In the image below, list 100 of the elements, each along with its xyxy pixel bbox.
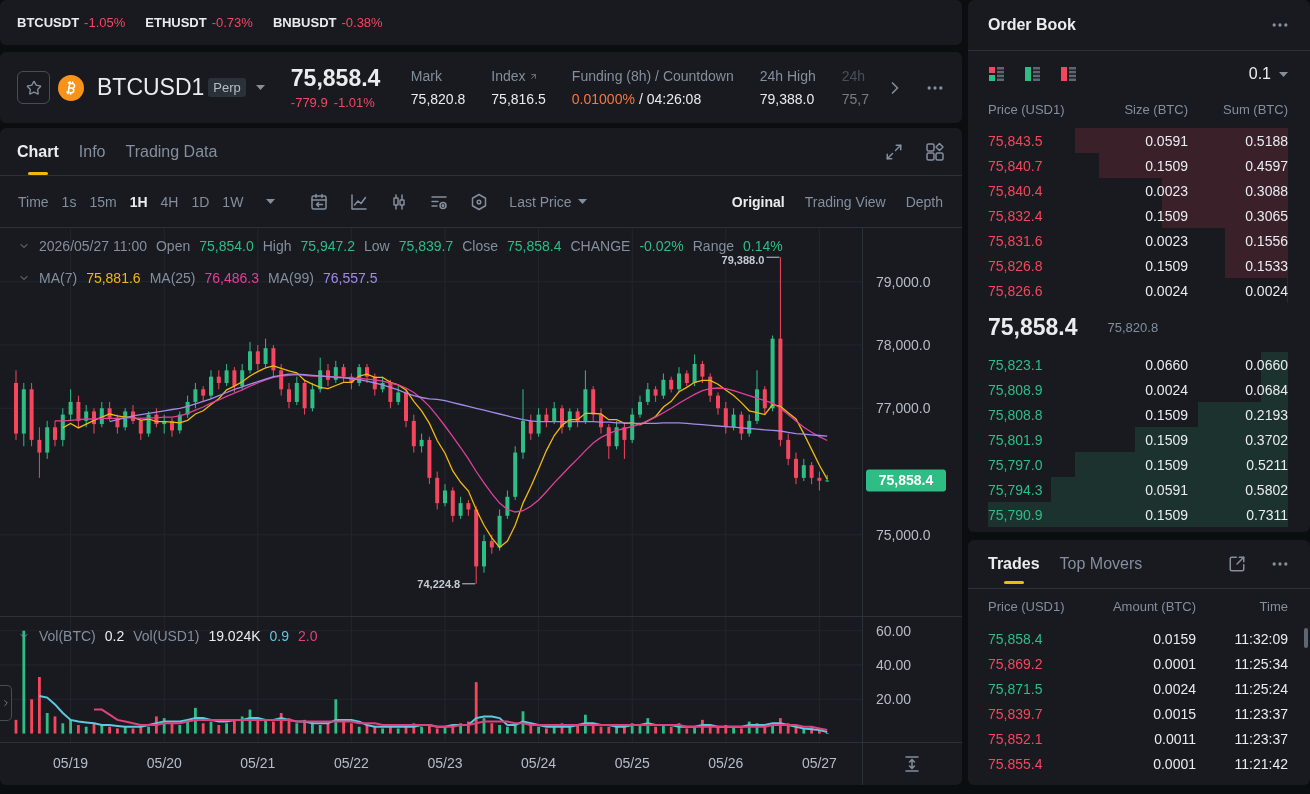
date-label: 05/27 (801, 755, 837, 771)
volume-bar (747, 721, 751, 734)
last-price: 75,858.4 (290, 65, 382, 92)
bid-row[interactable]: 75,790.9 0.1509 0.7311 (988, 502, 1288, 527)
step-dropdown[interactable]: 0.1 (1248, 65, 1288, 83)
ask-row[interactable]: 75,832.4 0.1509 0.3065 (988, 203, 1288, 228)
volume-bar (786, 723, 790, 734)
volume-bar (654, 726, 657, 734)
symbol-name[interactable]: BTCUSD1 (97, 74, 205, 101)
volume-bar (84, 726, 88, 734)
ticker-symbol[interactable]: BTCUSDT (17, 15, 80, 30)
bid-row[interactable]: 75,797.0 0.1509 0.5211 (988, 452, 1288, 477)
bid-row[interactable]: 75,808.8 0.1509 0.2193 (988, 402, 1288, 427)
hexagon-icon[interactable] (470, 192, 489, 211)
trade-price: 75,858.4 (988, 630, 1044, 647)
star-icon[interactable] (25, 79, 42, 96)
calendar-icon[interactable] (310, 192, 329, 211)
candle (521, 388, 525, 460)
candle (638, 395, 642, 419)
interval-button[interactable]: 1H (129, 193, 148, 210)
view-button[interactable]: Depth (905, 193, 943, 210)
date-label: 05/26 (708, 755, 744, 771)
candle (271, 344, 276, 378)
ask-row[interactable]: 75,840.4 0.0023 0.3088 (988, 178, 1288, 203)
interval-button[interactable]: 4H (160, 193, 179, 210)
volume-bar (186, 719, 189, 734)
tab[interactable]: Info (78, 128, 106, 175)
interval-button[interactable]: 1s (61, 193, 77, 210)
volume-bar (716, 726, 720, 734)
layout-bids-icon[interactable] (1025, 67, 1040, 81)
volume-bar (802, 728, 806, 734)
volume-bar (373, 726, 377, 734)
candle (53, 420, 57, 447)
candle (466, 499, 471, 517)
last-price-tag: 75,858.4 (866, 469, 946, 492)
interval-button[interactable]: 1D (191, 193, 210, 210)
ask-row[interactable]: 75,826.6 0.0024 0.0024 (988, 278, 1288, 303)
candle (396, 385, 401, 406)
volume-value: 0.9 (269, 628, 290, 644)
volume-bar (404, 725, 408, 734)
caret-icon[interactable] (577, 199, 587, 204)
ask-row[interactable]: 75,826.8 0.1509 0.1533 (988, 253, 1288, 278)
volume-bar (568, 726, 572, 734)
view-button[interactable]: Original (731, 193, 785, 210)
favorite-button[interactable] (17, 71, 50, 104)
ask-row[interactable]: 75,840.7 0.1509 0.4597 (988, 153, 1288, 178)
tab[interactable]: Chart (17, 128, 59, 175)
caret-icon[interactable] (255, 85, 265, 90)
fit-height-icon[interactable] (903, 755, 921, 773)
view-button[interactable]: Trading View (804, 193, 886, 210)
candle (349, 373, 354, 390)
axis-label: 79,000.0 (876, 273, 931, 290)
candle (185, 395, 190, 419)
tab[interactable]: Trades (988, 540, 1040, 588)
bid-row[interactable]: 75,823.1 0.0660 0.0660 (988, 352, 1288, 377)
trade-amount: 0.0001 (1152, 655, 1196, 672)
scrollbar[interactable] (1304, 628, 1308, 648)
volume-bar (662, 725, 665, 734)
ask-row[interactable]: 75,843.5 0.0591 0.5188 (988, 128, 1288, 153)
ohlc-value: 75,839.7 (398, 238, 454, 254)
tab[interactable]: Top Movers (1059, 540, 1143, 588)
layout-asks-icon[interactable] (1061, 67, 1076, 81)
interval-button[interactable]: 1W (222, 193, 244, 210)
volume-bar (701, 719, 704, 734)
column-header: Time (1258, 599, 1288, 614)
candle (614, 420, 619, 450)
volume-bar (584, 714, 587, 734)
stat-label: Index (491, 68, 526, 84)
candle (817, 471, 822, 491)
candle (505, 490, 510, 520)
volume-bar (279, 713, 283, 734)
caret-icon[interactable] (266, 199, 276, 204)
candle (60, 407, 65, 447)
line-chart-icon[interactable] (350, 192, 369, 211)
volume-bar (365, 725, 369, 734)
volume-bar (350, 723, 353, 734)
volume-bar (451, 725, 455, 734)
interval-button[interactable]: 15m (89, 193, 117, 210)
volume-bar (521, 711, 525, 734)
bid-row[interactable]: 75,808.9 0.0024 0.0684 (988, 377, 1288, 402)
external-link-icon[interactable] (1228, 555, 1246, 573)
caret-icon[interactable] (1279, 71, 1288, 77)
contract-tag: Perp (208, 78, 246, 97)
price-type-dropdown[interactable]: Last Price (509, 193, 587, 210)
candle (583, 369, 588, 425)
ask-row[interactable]: 75,831.6 0.0023 0.1556 (988, 228, 1288, 253)
volume-bar (162, 718, 166, 734)
trade-time: 11:25:34 (1233, 655, 1288, 672)
volume-bar (30, 699, 33, 734)
bid-row[interactable]: 75,794.3 0.0591 0.5802 (988, 477, 1288, 502)
widgets-icon[interactable] (925, 141, 945, 162)
layout-both-icon[interactable] (989, 67, 1004, 81)
arrow-up-right-icon[interactable] (528, 71, 538, 81)
ticker-symbol[interactable]: ETHUSDT (145, 15, 207, 30)
volume-bar (607, 726, 611, 734)
ticker-symbol[interactable]: BNBUSDT (272, 15, 337, 30)
candle (131, 404, 135, 425)
expand-icon[interactable] (885, 142, 903, 161)
tab[interactable]: Trading Data (125, 128, 218, 175)
bid-row[interactable]: 75,801.9 0.1509 0.3702 (988, 427, 1288, 452)
